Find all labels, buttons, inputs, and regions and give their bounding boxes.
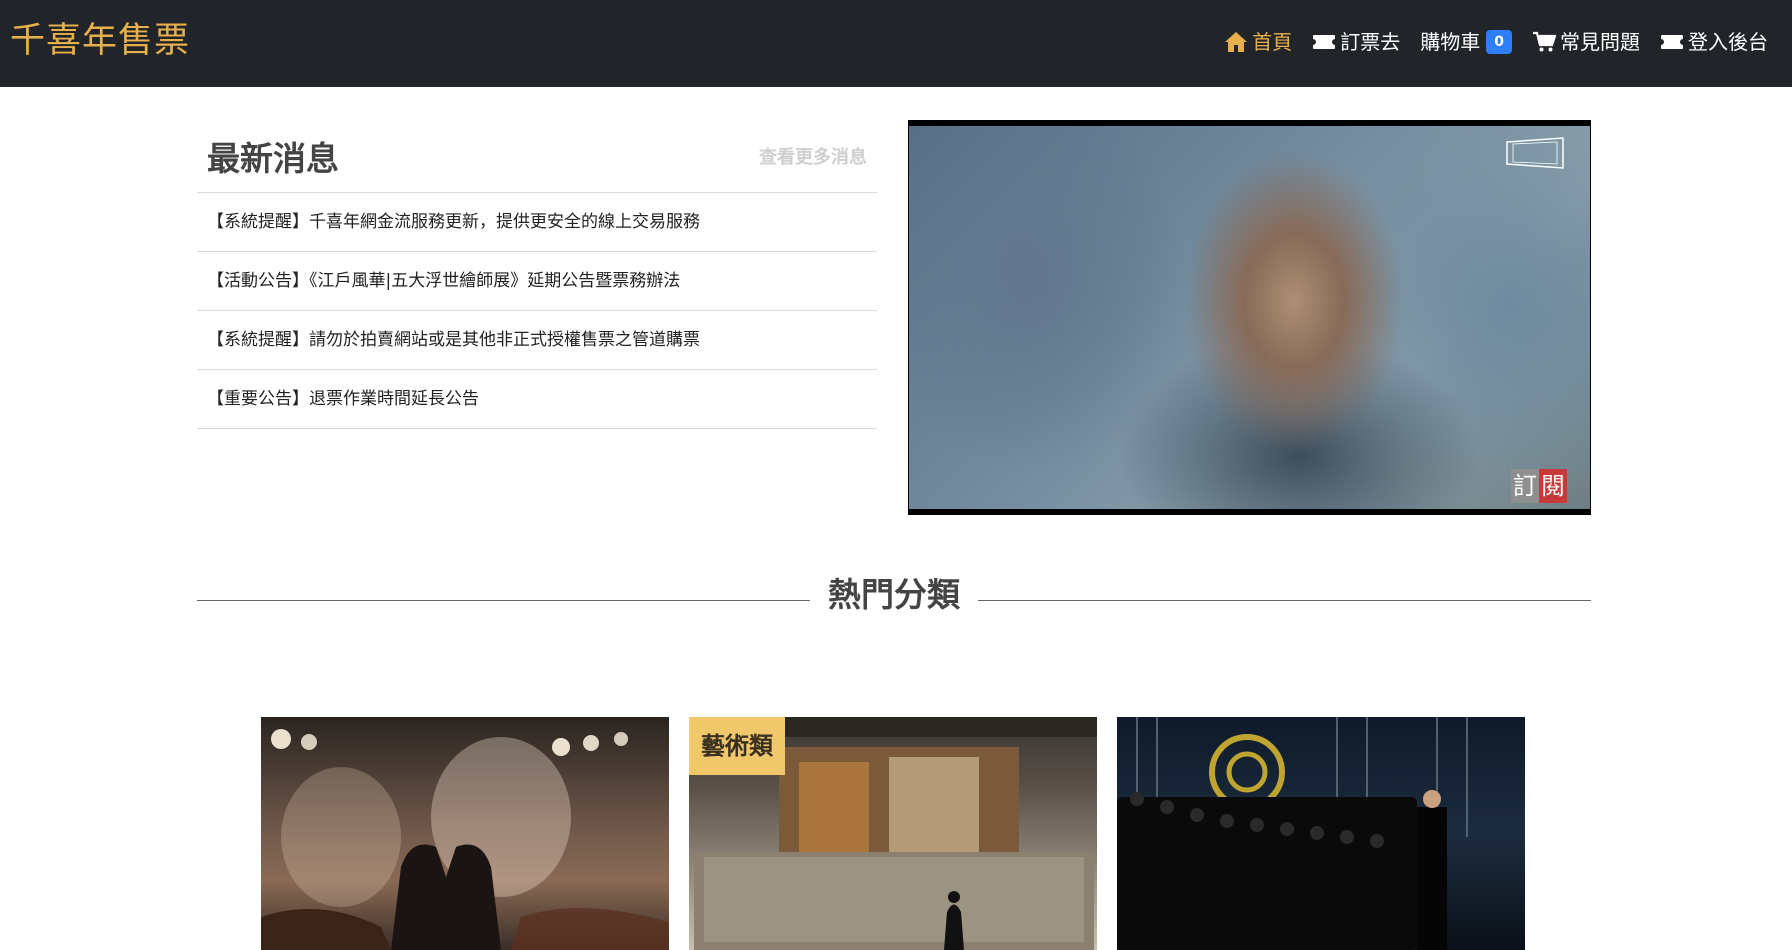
news-item[interactable]: 【系統提醒】請勿於拍賣網站或是其他非正式授權售票之管道購票 [197,311,877,370]
popular-categories-heading: 熱門分類 [197,570,1591,620]
news-item[interactable]: 【活動公告】《江戶風華|五大浮世繪師展》延期公告暨票務辦法 [197,252,877,311]
dance-image [1117,717,1468,950]
nav-item-admin-login[interactable]: 登入後台 [1660,26,1768,58]
video-frame[interactable] [909,126,1590,509]
home-icon [1224,31,1248,53]
category-tag: 藝術類 [689,717,785,775]
more-news-link[interactable]: 查看更多消息 [759,143,867,169]
subscribe-char: 閱 [1539,469,1567,503]
ticket-icon [1660,34,1684,50]
video-player[interactable]: 訂 閱 [908,120,1591,515]
channel-logo [1506,137,1564,169]
main-nav: 首頁 訂票去 購物車 0 常見問題 登入後台 [1204,26,1768,58]
nav-item-label: 登入後台 [1688,30,1768,54]
nav-item-label: 常見問題 [1560,30,1640,54]
section-title: 熱門分類 [828,575,960,614]
nav-item-home[interactable]: 首頁 [1224,26,1292,58]
nav-item-label: 首頁 [1252,30,1293,54]
cart-count-badge: 0 [1486,30,1512,54]
news-list: 【系統提醒】千喜年網金流服務更新，提供更安全的線上交易服務 【活動公告】《江戶風… [197,193,877,429]
brand-logo[interactable]: 千喜年售票 [10,18,190,64]
category-card-art[interactable]: 藝術類 [689,717,1097,950]
divider [978,600,1591,601]
latest-news: 最新消息 查看更多消息 【系統提醒】千喜年網金流服務更新，提供更安全的線上交易服… [197,120,877,429]
news-header: 最新消息 查看更多消息 [197,120,877,193]
category-card-concert[interactable] [261,717,669,950]
news-item[interactable]: 【重要公告】退票作業時間延長公告 [197,370,877,429]
category-card-dance[interactable] [1117,717,1525,950]
news-title: 最新消息 [207,139,339,178]
nav-item-cart[interactable]: 購物車 0 [1420,26,1512,58]
nav-item-label: 訂票去 [1340,30,1401,54]
nav-item-book[interactable]: 訂票去 [1312,26,1400,58]
cart-icon [1532,31,1556,53]
top-navbar: 千喜年售票 首頁 訂票去 購物車 0 常見問題 登入後台 [0,0,1792,87]
ticket-icon [1312,34,1336,50]
nav-item-label: 購物車 [1420,30,1481,54]
concert-image [261,729,669,950]
nav-item-faq[interactable]: 常見問題 [1532,26,1640,58]
news-item[interactable]: 【系統提醒】千喜年網金流服務更新，提供更安全的線上交易服務 [197,193,877,252]
subscribe-button[interactable]: 訂 閱 [1511,469,1567,503]
subscribe-char: 訂 [1511,469,1539,503]
